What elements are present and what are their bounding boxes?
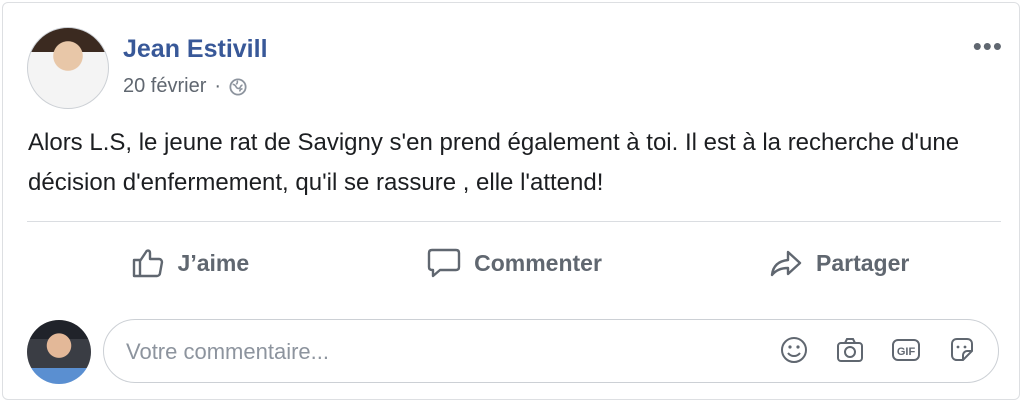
comment-composer: GIF xyxy=(27,319,1001,385)
comment-input[interactable] xyxy=(124,320,748,384)
share-arrow-icon xyxy=(770,250,802,277)
comment-tools: GIF xyxy=(778,334,978,366)
current-user-avatar[interactable] xyxy=(27,320,91,384)
speech-bubble-icon xyxy=(427,248,461,278)
svg-text:GIF: GIF xyxy=(897,346,916,358)
author-avatar[interactable] xyxy=(27,27,109,109)
globe-icon[interactable] xyxy=(229,77,247,96)
like-label: J’aime xyxy=(177,249,250,276)
post-text: Alors L.S, le jeune rat de Savigny s'en … xyxy=(28,129,960,196)
post-date[interactable]: 20 février xyxy=(123,75,206,98)
post-meta: 20 février · xyxy=(123,75,247,98)
comment-box[interactable]: GIF xyxy=(103,319,999,384)
sticker-icon[interactable] xyxy=(946,334,978,366)
share-label: Partager xyxy=(816,249,910,276)
comment-label: Commenter xyxy=(474,249,602,276)
camera-icon[interactable] xyxy=(834,334,866,366)
meta-separator: · xyxy=(214,75,222,97)
actions-divider xyxy=(27,221,1001,222)
like-button[interactable]: J’aime xyxy=(27,233,352,293)
author-name[interactable]: Jean Estivill xyxy=(123,35,268,64)
share-button[interactable]: Partager xyxy=(676,233,1001,293)
emoji-icon[interactable] xyxy=(778,334,810,366)
comment-button[interactable]: Commenter xyxy=(352,233,677,293)
post-actions: J’aime Commenter Partager xyxy=(27,233,1001,293)
thumbs-up-icon xyxy=(132,249,163,278)
post-card: Jean Estivill 20 février · ••• Alors L.S… xyxy=(2,2,1020,400)
gif-icon[interactable]: GIF xyxy=(890,334,922,366)
more-options-icon[interactable]: ••• xyxy=(973,31,1003,62)
